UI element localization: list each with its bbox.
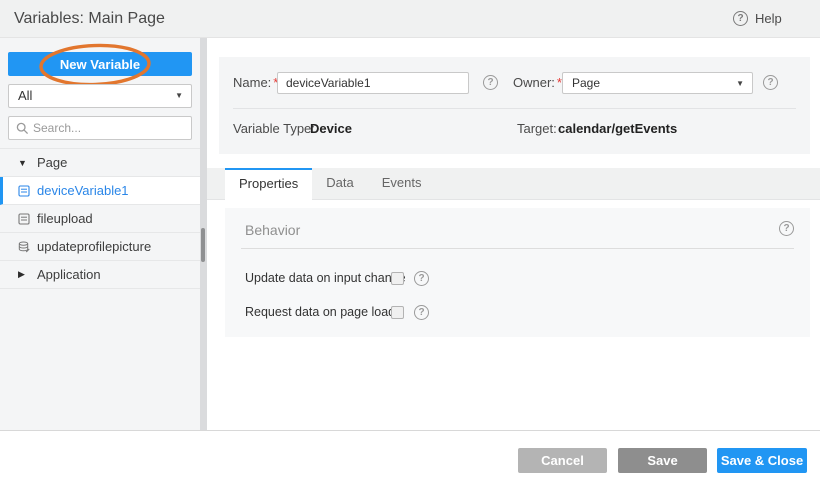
owner-help-icon[interactable]: ? <box>763 75 778 90</box>
variables-sidebar: New Variable All ▼ ▼ Page <box>0 38 200 430</box>
chevron-collapsed-icon: ▶ <box>18 269 30 280</box>
search-icon <box>16 122 29 135</box>
variable-summary-panel: Name:* ? Owner:* Page ▼ ? Variable Type:… <box>219 57 810 154</box>
dialog-header: Variables: Main Page ? Help <box>0 0 820 38</box>
tree-group-page[interactable]: ▼ Page <box>0 149 200 177</box>
device-variable-icon <box>18 185 30 197</box>
request-on-page-load-help-icon[interactable]: ? <box>414 305 429 320</box>
page-title: Variables: Main Page <box>14 0 165 38</box>
behavior-panel: Behavior ? Update data on input change ?… <box>225 208 810 337</box>
tree-item-fileupload[interactable]: fileupload <box>0 205 200 233</box>
type-target-row: Variable Type: Device Target: calendar/g… <box>219 120 810 138</box>
section-divider <box>241 248 794 249</box>
request-on-page-load-row: Request data on page load ? <box>245 304 429 320</box>
tree-group-label: Application <box>37 267 101 282</box>
variables-dialog: Variables: Main Page ? Help New Variable… <box>0 0 820 486</box>
device-variable-icon <box>18 213 30 225</box>
caret-down-icon: ▼ <box>736 73 744 95</box>
tab-properties[interactable]: Properties <box>225 168 312 200</box>
help-link[interactable]: ? Help <box>733 11 782 26</box>
cancel-button[interactable]: Cancel <box>518 448 607 473</box>
request-on-page-load-label: Request data on page load <box>245 305 385 319</box>
chevron-expanded-icon: ▼ <box>18 158 30 168</box>
target-label: Target: <box>517 120 557 138</box>
update-on-input-change-row: Update data on input change ? <box>245 270 429 286</box>
save-button[interactable]: Save <box>618 448 707 473</box>
caret-down-icon: ▼ <box>175 85 183 107</box>
tab-events[interactable]: Events <box>368 168 436 200</box>
variable-type-value: Device <box>310 120 352 138</box>
new-variable-button[interactable]: New Variable <box>8 52 192 76</box>
tab-bar: Properties Data Events <box>207 168 820 200</box>
help-icon: ? <box>733 11 748 26</box>
dialog-footer: Cancel Save Save & Close <box>0 430 820 486</box>
update-on-input-change-help-icon[interactable]: ? <box>414 271 429 286</box>
help-label: Help <box>755 11 782 26</box>
tab-data[interactable]: Data <box>312 168 367 200</box>
save-and-close-button[interactable]: Save & Close <box>717 448 807 473</box>
search-input[interactable] <box>33 117 187 139</box>
tree-item-label: fileupload <box>37 211 93 226</box>
name-label: Name:* <box>233 72 278 94</box>
behavior-section-title: Behavior <box>245 222 300 238</box>
service-variable-icon <box>18 241 30 253</box>
request-on-page-load-checkbox[interactable] <box>391 306 404 319</box>
search-box <box>8 116 192 140</box>
name-help-icon[interactable]: ? <box>483 75 498 90</box>
tree-item-label: updateprofilepicture <box>37 239 151 254</box>
variables-tree: ▼ Page deviceVariable1 <box>0 148 200 289</box>
variable-filter-select[interactable]: All ▼ <box>8 84 192 108</box>
filter-selected-value: All <box>18 85 32 107</box>
tree-item-devicevariable1[interactable]: deviceVariable1 <box>0 177 200 205</box>
variable-type-label: Variable Type: <box>233 120 315 138</box>
update-on-input-change-label: Update data on input change <box>245 271 385 285</box>
tree-group-application[interactable]: ▶ Application <box>0 261 200 289</box>
behavior-help-icon[interactable]: ? <box>779 221 794 236</box>
sidebar-scrollbar[interactable] <box>201 228 205 262</box>
owner-label: Owner:* <box>513 72 562 94</box>
target-value: calendar/getEvents <box>558 120 677 138</box>
name-input[interactable] <box>277 72 469 94</box>
tree-item-updateprofilepicture[interactable]: updateprofilepicture <box>0 233 200 261</box>
owner-selected-value: Page <box>572 73 600 93</box>
name-owner-row: Name:* ? Owner:* Page ▼ ? <box>219 72 810 94</box>
tree-group-label: Page <box>37 155 67 170</box>
owner-select[interactable]: Page ▼ <box>562 72 753 94</box>
tree-item-label: deviceVariable1 <box>37 183 129 198</box>
update-on-input-change-checkbox[interactable] <box>391 272 404 285</box>
panel-divider <box>233 108 796 109</box>
